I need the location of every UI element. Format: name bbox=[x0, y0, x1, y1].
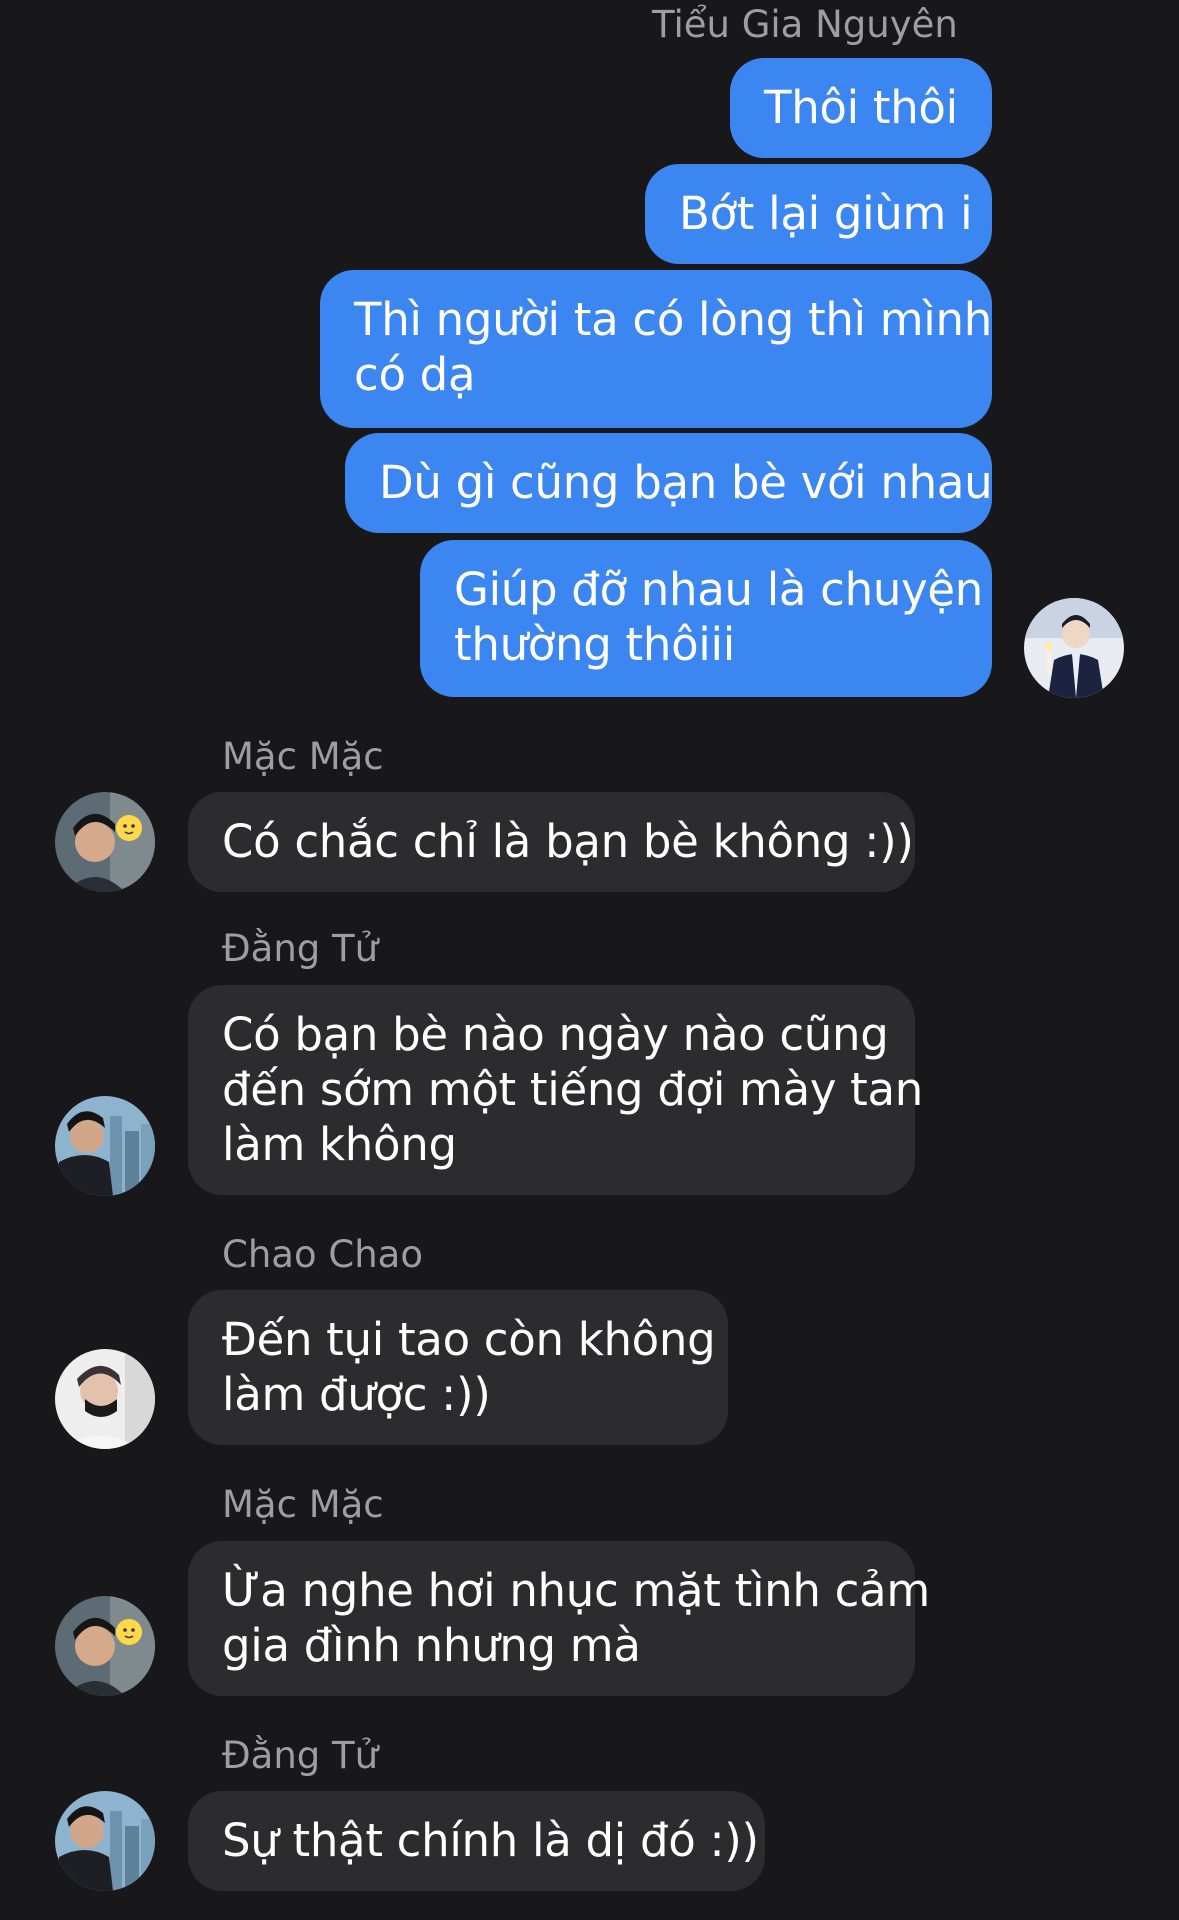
sender-name: Đằng Tử bbox=[222, 1734, 379, 1777]
message-text: thường thôiii bbox=[454, 618, 735, 671]
message-text: có dạ bbox=[354, 348, 476, 401]
message-bubble-outgoing[interactable]: Thôi thôi bbox=[730, 58, 992, 158]
message-bubble-incoming[interactable]: Có bạn bè nào ngày nào cũng đến sớm một … bbox=[188, 985, 924, 1195]
avatar-boy-city-icon[interactable] bbox=[55, 1096, 155, 1196]
message-text: Ừa nghe hơi nhục mặt tình cảm bbox=[222, 1564, 930, 1617]
avatar-performer-icon[interactable] bbox=[1024, 598, 1124, 698]
message-text: Dù gì cũng bạn bè với nhau bbox=[379, 456, 993, 509]
avatar-boy-sticker-graphic bbox=[55, 792, 155, 892]
sender-name: Đằng Tử bbox=[222, 927, 379, 970]
message-bubble-incoming[interactable]: Đến tụi tao còn không làm được :)) bbox=[188, 1290, 728, 1445]
chat-thread: Tiểu Gia Nguyên Thôi thôi Bớt lại giùm i… bbox=[0, 0, 1179, 1920]
sender-name-self: Tiểu Gia Nguyên bbox=[652, 3, 958, 46]
message-bubble-incoming[interactable]: Có chắc chỉ là bạn bè không :)) bbox=[188, 792, 915, 892]
avatar-boy-sticker-graphic bbox=[55, 1596, 155, 1696]
message-text: Có bạn bè nào ngày nào cũng bbox=[222, 1008, 889, 1061]
message-text: gia đình nhưng mà bbox=[222, 1619, 641, 1672]
message-bubble-outgoing[interactable]: Giúp đỡ nhau là chuyện thường thôiii bbox=[420, 540, 992, 697]
message-text: đến sớm một tiếng đợi mày tan bbox=[222, 1063, 924, 1116]
sender-name: Mặc Mặc bbox=[222, 1483, 384, 1526]
message-text: Đến tụi tao còn không bbox=[222, 1313, 716, 1366]
message-text: làm được :)) bbox=[222, 1368, 491, 1421]
avatar-boy-city-icon[interactable] bbox=[55, 1791, 155, 1891]
message-text: Thôi thôi bbox=[764, 81, 958, 134]
avatar-boy-mask-graphic bbox=[55, 1349, 155, 1449]
message-text: Bớt lại giùm i bbox=[679, 187, 973, 240]
message-bubble-outgoing[interactable]: Thì người ta có lòng thì mình có dạ bbox=[320, 270, 992, 428]
message-text: Thì người ta có lòng thì mình bbox=[354, 293, 992, 346]
message-text: làm không bbox=[222, 1118, 457, 1171]
message-text: Giúp đỡ nhau là chuyện bbox=[454, 563, 984, 616]
message-bubble-outgoing[interactable]: Bớt lại giùm i bbox=[645, 164, 992, 264]
avatar-boy-city-graphic bbox=[55, 1791, 155, 1891]
avatar-boy-mask-icon[interactable] bbox=[55, 1349, 155, 1449]
avatar-boy-city-graphic bbox=[55, 1096, 155, 1196]
avatar-boy-sticker-icon[interactable] bbox=[55, 792, 155, 892]
sender-name: Chao Chao bbox=[222, 1233, 423, 1276]
sender-name: Mặc Mặc bbox=[222, 735, 384, 778]
avatar-boy-sticker-icon[interactable] bbox=[55, 1596, 155, 1696]
avatar-performer-graphic bbox=[1024, 598, 1124, 698]
message-bubble-incoming[interactable]: Sự thật chính là dị đó :)) bbox=[188, 1791, 765, 1891]
message-bubble-incoming[interactable]: Ừa nghe hơi nhục mặt tình cảm gia đình n… bbox=[188, 1541, 930, 1696]
message-bubble-outgoing[interactable]: Dù gì cũng bạn bè với nhau bbox=[345, 433, 993, 533]
message-text: Có chắc chỉ là bạn bè không :)) bbox=[222, 815, 914, 868]
message-text: Sự thật chính là dị đó :)) bbox=[222, 1814, 759, 1867]
